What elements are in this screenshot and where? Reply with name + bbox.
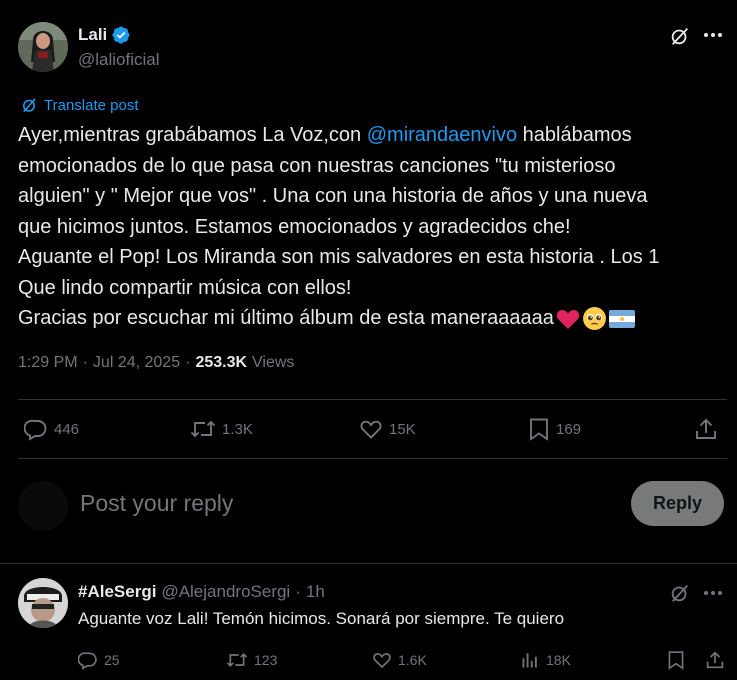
- tweet-time[interactable]: 1:29 PM: [18, 354, 78, 372]
- reply-views-action[interactable]: 18K: [520, 650, 571, 670]
- reply-author-name[interactable]: #AleSergi: [78, 582, 156, 602]
- reply-reply-action[interactable]: 25: [78, 650, 120, 670]
- translate-post-link[interactable]: Translate post: [20, 96, 139, 114]
- author-name[interactable]: Lali: [78, 25, 107, 45]
- reply-icon: [24, 417, 48, 441]
- like-icon: [359, 417, 383, 441]
- avatar-image: [18, 22, 68, 72]
- tweet-line: alguien" y " Mejor que vos" . Una con un…: [18, 185, 648, 207]
- tweet-line: que hicimos juntos. Estamos emocionados …: [18, 215, 571, 238]
- reply-views-count: 18K: [546, 652, 571, 668]
- reply-action[interactable]: 446: [24, 417, 79, 441]
- composer-avatar: [18, 481, 68, 531]
- translate-icon: [20, 96, 38, 114]
- tweet-line: Aguante el Pop! Los Miranda son mis salv…: [18, 246, 660, 268]
- translate-label: Translate post: [44, 96, 139, 114]
- divider: [0, 563, 737, 564]
- bookmark-action[interactable]: 169: [528, 417, 581, 441]
- tweet-line: Que lindo compartir música con ellos!: [18, 276, 352, 299]
- share-icon: [695, 417, 717, 441]
- divider: [18, 399, 727, 400]
- author-name-row: Lali: [78, 25, 131, 45]
- tweet-line-last: Gracias por escuchar mi último álbum de …: [18, 303, 718, 334]
- repost-count: 1.3K: [222, 420, 253, 438]
- repost-icon: [226, 650, 248, 670]
- reply-author-handle[interactable]: @AlejandroSergi: [161, 582, 290, 602]
- reply-time[interactable]: 1h: [306, 582, 325, 602]
- author-handle[interactable]: @lalioficial: [78, 50, 160, 70]
- tweet-text: Ayer,mientras grabábamos La Voz,con @mir…: [18, 120, 718, 334]
- reply-count: 446: [54, 420, 80, 438]
- reply-repost-count: 123: [254, 652, 278, 668]
- reply-input[interactable]: Post your reply: [80, 490, 233, 517]
- meta-dot: ·: [185, 354, 191, 371]
- red-heart-emoji: [556, 308, 580, 330]
- more-icon[interactable]: [703, 27, 723, 43]
- repost-action[interactable]: 1.3K: [190, 417, 253, 441]
- reply-button[interactable]: Reply: [631, 481, 724, 526]
- bookmark-icon: [667, 650, 685, 670]
- verified-badge-icon: [111, 25, 131, 45]
- reply-separator: ·: [295, 582, 301, 601]
- reply-author-avatar[interactable]: [18, 578, 68, 628]
- reply-icon: [78, 650, 98, 670]
- repost-icon: [190, 417, 216, 441]
- like-action[interactable]: 15K: [359, 417, 416, 441]
- like-count: 15K: [389, 420, 416, 438]
- author-avatar[interactable]: [18, 22, 68, 72]
- reply-repost-action[interactable]: 123: [226, 650, 277, 670]
- views-count: 253.3K: [195, 354, 248, 371]
- reply-header: #AleSergi @AlejandroSergi · 1h: [78, 582, 325, 602]
- tweet-date[interactable]: Jul 24, 2025: [93, 354, 180, 372]
- reply-avatar-image: [18, 578, 68, 628]
- tweet-line: emocionados de lo que pasa con nuestras …: [18, 154, 616, 177]
- tweet-line: Ayer,mientras grabábamos La Voz,con @mir…: [18, 124, 632, 146]
- bookmark-icon: [528, 417, 550, 441]
- reply-bookmark-action[interactable]: [667, 650, 685, 670]
- argentina-flag-emoji: [608, 309, 635, 329]
- views-icon: [520, 650, 540, 670]
- reply-share-action[interactable]: [706, 650, 724, 670]
- grok-icon[interactable]: [669, 25, 691, 47]
- reply-more-icon[interactable]: [703, 585, 723, 601]
- reply-text: Aguante voz Lali! Temón hicimos. Sonará …: [78, 609, 565, 628]
- reply-like-action[interactable]: 1.6K: [372, 650, 427, 670]
- meta-dot: ·: [82, 354, 88, 371]
- divider: [18, 458, 727, 459]
- share-action[interactable]: [695, 417, 717, 441]
- share-icon: [706, 650, 724, 670]
- tweet-meta: 1:29 PM · Jul 24, 2025 · 253.3K Views: [18, 354, 294, 372]
- views-label: Views: [252, 354, 295, 371]
- mention-link[interactable]: @mirandaenvivo: [367, 124, 517, 146]
- reply-like-count: 1.6K: [398, 652, 427, 668]
- like-icon: [372, 650, 392, 670]
- bookmark-count: 169: [556, 420, 582, 438]
- pleading-face-emoji: [582, 306, 607, 331]
- reply-grok-icon[interactable]: [669, 582, 691, 604]
- reply-reply-count: 25: [104, 652, 120, 668]
